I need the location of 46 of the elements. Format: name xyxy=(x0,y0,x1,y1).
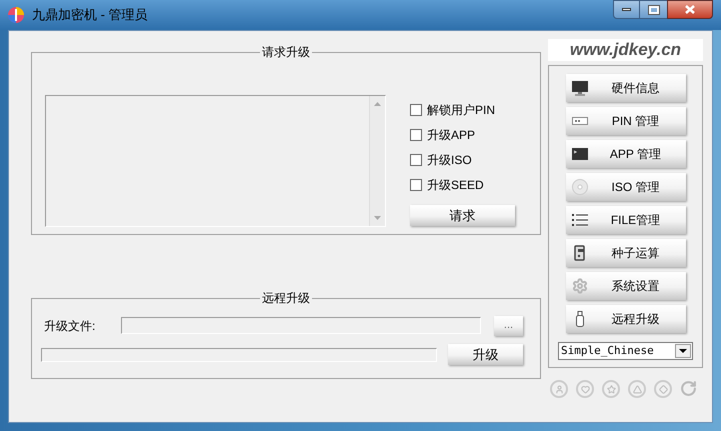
round-toolbar-icon[interactable] xyxy=(654,380,672,398)
usb-stick-icon xyxy=(576,311,584,327)
app-logo-icon xyxy=(8,7,24,23)
list-icon xyxy=(572,213,588,227)
menu-button[interactable]: 系统设置 xyxy=(566,272,686,300)
password-field-icon xyxy=(572,117,588,125)
close-button[interactable] xyxy=(667,0,713,19)
group-title: 请求升级 xyxy=(260,44,312,60)
terminal-icon xyxy=(572,148,588,160)
menu-button[interactable]: 种子运算 xyxy=(566,239,686,267)
round-toolbar-icon[interactable] xyxy=(550,380,568,398)
file-label: 升级文件: xyxy=(43,318,96,334)
checkbox[interactable]: 升级SEED xyxy=(410,178,515,191)
gear-icon xyxy=(572,278,588,294)
menu-button[interactable]: FILE管理 xyxy=(566,206,686,234)
scroll-down-icon xyxy=(374,216,381,220)
window-title: 九鼎加密机 - 管理员 xyxy=(32,6,148,24)
maximize-button[interactable] xyxy=(640,0,667,19)
brand-banner: www.jdkey.cn xyxy=(548,39,703,61)
menu-button[interactable]: PIN 管理 xyxy=(566,107,686,135)
close-icon xyxy=(685,5,695,14)
menu-button[interactable]: APP 管理 xyxy=(566,140,686,168)
door-lock-icon xyxy=(574,245,586,261)
upgrade-button[interactable]: 升级 xyxy=(448,344,523,365)
refresh-icon[interactable] xyxy=(680,380,697,397)
menu-button[interactable]: 硬件信息 xyxy=(566,74,686,102)
file-path-field[interactable] xyxy=(121,317,481,334)
round-toolbar-icon[interactable] xyxy=(602,380,620,398)
menu-button[interactable]: 远程升级 xyxy=(566,305,686,333)
monitor-icon xyxy=(572,80,588,96)
disc-icon xyxy=(572,179,588,195)
language-dropdown[interactable]: Simple_Chinese xyxy=(558,342,693,360)
scrollbar[interactable] xyxy=(369,96,385,226)
browse-button[interactable]: ... xyxy=(494,316,523,336)
checkbox[interactable]: 升级APP xyxy=(410,128,515,141)
request-button[interactable]: 请求 xyxy=(410,205,515,226)
round-toolbar-icon[interactable] xyxy=(576,380,594,398)
scroll-up-icon xyxy=(374,102,381,106)
group-title: 远程升级 xyxy=(260,290,312,306)
minimize-button[interactable] xyxy=(613,0,640,19)
checkbox[interactable]: 升级ISO xyxy=(410,153,515,166)
checkbox[interactable]: 解锁用户PIN xyxy=(410,103,515,116)
menu-button[interactable]: ISO 管理 xyxy=(566,173,686,201)
text-area[interactable] xyxy=(45,95,386,227)
dropdown-arrow-icon xyxy=(679,349,687,353)
round-toolbar-icon[interactable] xyxy=(628,380,646,398)
